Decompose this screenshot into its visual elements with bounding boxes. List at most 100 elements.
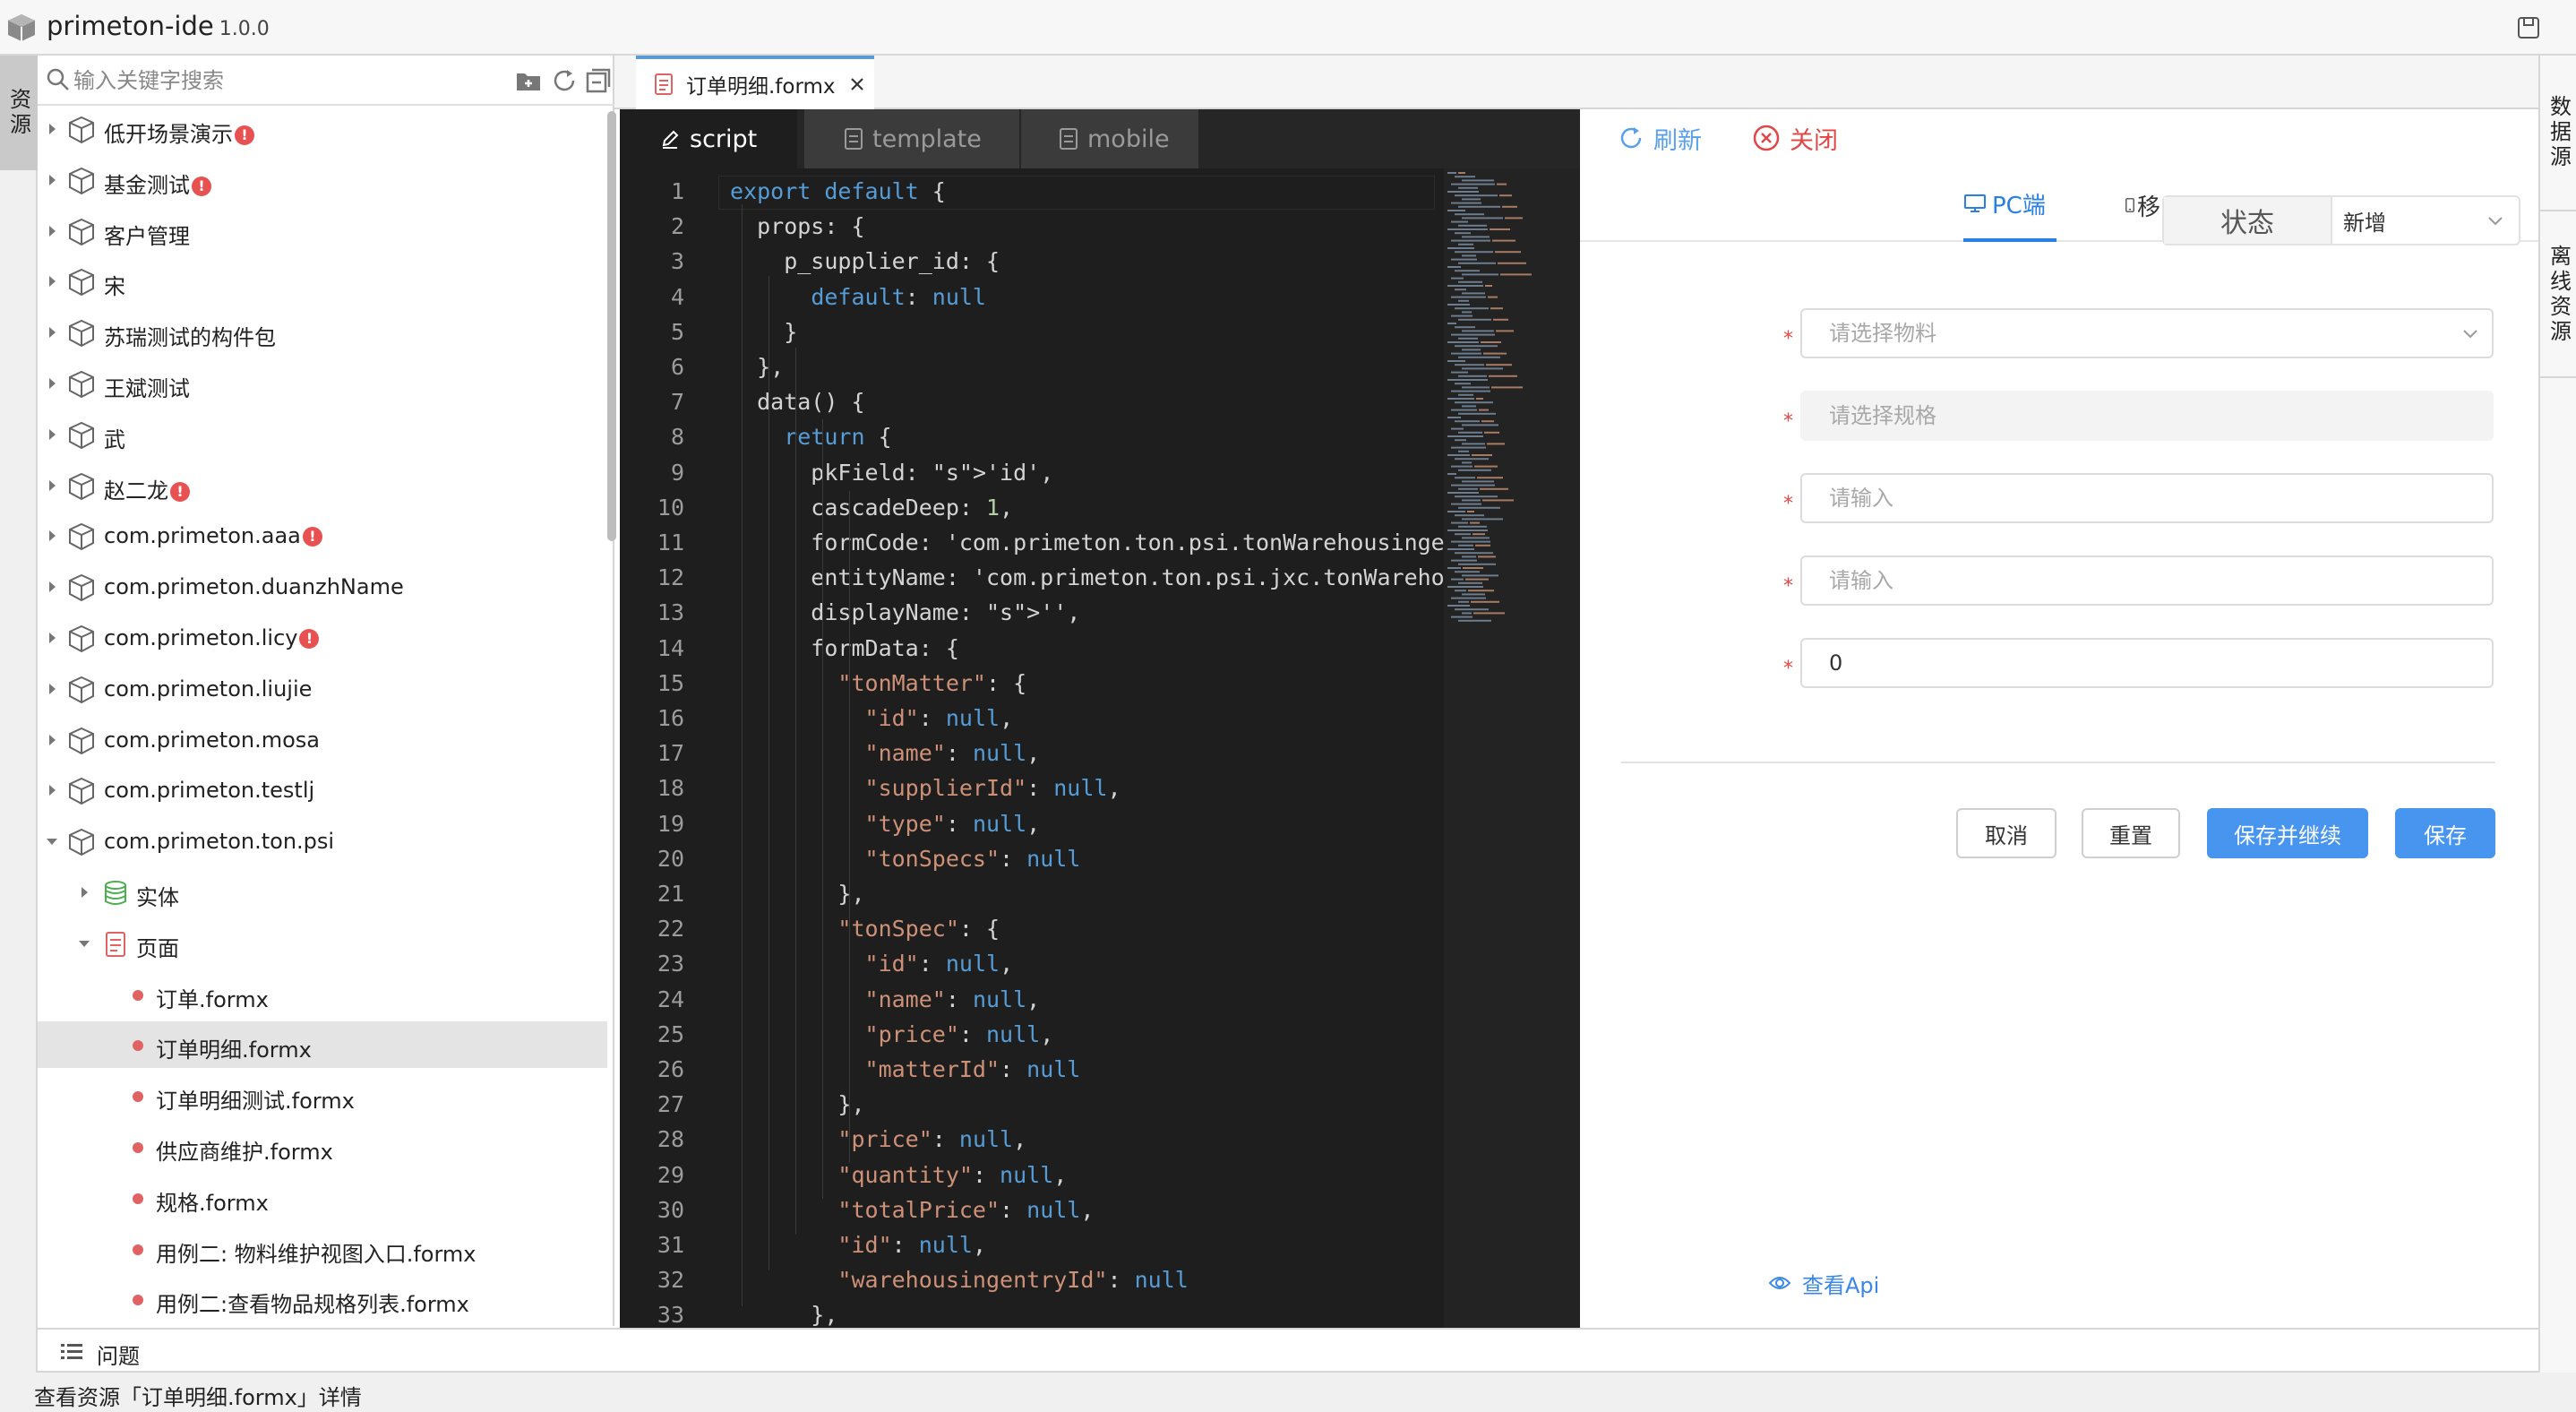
tree-item[interactable]: 客户管理 (38, 208, 607, 254)
minimap-line (1462, 198, 1481, 201)
code-text-area[interactable]: 1 export default {2 props: {3 p_supplier_… (620, 168, 1580, 1328)
new-folder-icon[interactable] (514, 66, 543, 95)
app-name: primeton-ide (47, 11, 214, 41)
search-input[interactable] (73, 63, 521, 99)
tree-item-page[interactable]: 供应商维护.formx (38, 1124, 607, 1170)
view-api-link[interactable]: 查看Api (1768, 1265, 1879, 1301)
tree-item-page[interactable]: 订单.formx (38, 971, 607, 1018)
line-number: 8 (670, 424, 684, 451)
tab-template[interactable]: template (804, 109, 1019, 168)
editor-file-tab[interactable]: 订单明细.formx (636, 56, 874, 109)
datasource-rail-tab[interactable]: 数据源 (2540, 56, 2576, 211)
tree-scrollbar[interactable] (607, 111, 616, 541)
form-field-5[interactable] (1800, 638, 2494, 688)
tree-item-page[interactable]: 订单明细测试.formx (38, 1072, 607, 1119)
tree-item-page[interactable]: 用例二: 物料维护视图入口.formx (38, 1226, 607, 1272)
bullet-dot-icon (133, 1142, 143, 1153)
tree-item-page[interactable]: 规格.formx (38, 1175, 607, 1221)
error-badge: ! (302, 527, 322, 547)
tree-item[interactable]: 武 (38, 411, 607, 458)
line-number: 12 (657, 564, 684, 591)
minimap-line (1462, 217, 1503, 220)
minimap-line (1447, 454, 1470, 456)
code-line: 7 data() { (620, 386, 1516, 418)
right-rail: 数据源 离线资源 (2538, 56, 2576, 1373)
tree-item[interactable]: 王斌测试 (38, 360, 607, 407)
code-line: 31 "id": null, (620, 1229, 1516, 1261)
tree-item[interactable]: 宋 (38, 258, 607, 305)
chevron-right-icon (49, 785, 56, 796)
form-field-1[interactable] (1800, 308, 2494, 358)
minimap-line (1458, 412, 1496, 415)
tree-item[interactable]: com.primeton.ton.psi (38, 818, 607, 865)
minimap-line (1455, 608, 1489, 611)
tree-item[interactable]: com.primeton.licy! (38, 615, 607, 661)
close-tab-icon[interactable] (848, 75, 866, 93)
pencil-icon (662, 130, 679, 149)
tree-item[interactable]: com.primeton.testlj (38, 767, 607, 814)
tree-item[interactable]: 赵二龙! (38, 462, 607, 509)
error-badge: ! (170, 481, 190, 502)
tree-item[interactable]: com.primeton.mosa (38, 717, 607, 763)
form-preview-panel: 刷新 关闭 PC端 移 状态 新增 * 请选择物料 * 请选择规格 * 请输入 … (1580, 109, 2538, 1328)
tree-item-entity-folder[interactable]: 实体 (38, 869, 607, 916)
minimap-line (1451, 314, 1473, 317)
save-button[interactable]: 保存 (2395, 808, 2495, 858)
tree-item[interactable]: com.primeton.duanzhName (38, 564, 607, 610)
problems-bar[interactable]: 问题 (38, 1328, 2538, 1373)
line-number: 2 (670, 213, 684, 240)
minimap-line (1451, 484, 1495, 486)
tree-item-page-folder[interactable]: 页面 (38, 920, 607, 967)
chevron-down-icon (47, 839, 57, 846)
tree-item[interactable]: 基金测试! (38, 157, 607, 203)
window-restore-icon[interactable] (2513, 13, 2544, 43)
code-line: 8 return { (620, 421, 1516, 453)
chevron-right-icon (49, 124, 56, 134)
tree-item-label: 客户管理 (104, 219, 190, 250)
code-text: }, (730, 1302, 838, 1328)
tree-item[interactable]: 低开场景演示! (38, 106, 607, 152)
form-field-4[interactable] (1800, 555, 2494, 606)
tree-item-label: 王斌测试 (104, 371, 190, 402)
tree-item-page[interactable]: 订单明细.formx (38, 1021, 607, 1069)
minimap-line (1458, 525, 1487, 528)
line-number: 11 (657, 530, 684, 555)
tree-item[interactable]: com.primeton.liujie (38, 666, 607, 712)
code-editor-panel: script template mobile 1export default (620, 109, 1580, 1328)
code-text: }, (730, 354, 785, 380)
minimap-line (1447, 567, 1461, 569)
required-marker: * (1783, 658, 1793, 680)
minimap-line (1455, 401, 1493, 404)
code-minimap[interactable] (1444, 168, 1580, 1328)
save-and-continue-button[interactable]: 保存并继续 (2207, 808, 2368, 858)
tree-item-page[interactable]: 用例二:查看物品规格列表.formx (38, 1276, 607, 1322)
refresh-icon[interactable] (550, 66, 579, 95)
line-number: 9 (670, 459, 684, 486)
view-api-label: 查看Api (1802, 1272, 1880, 1298)
minimap-line (1472, 454, 1492, 456)
minimap-line (1447, 247, 1474, 249)
tree-item-label: 用例二:查看物品规格列表.formx (156, 1287, 469, 1318)
tab-script[interactable]: script (620, 109, 797, 168)
resources-rail-tab[interactable]: 资源 (0, 56, 38, 170)
cancel-button[interactable]: 取消 (1956, 808, 2057, 858)
minimap-line (1478, 555, 1496, 558)
code-text: pkField: "s">'id', (730, 459, 1054, 486)
minimap-line (1451, 333, 1495, 336)
tree-item[interactable]: com.primeton.aaa! (38, 512, 607, 559)
offline-resources-rail-tab[interactable]: 离线资源 (2540, 213, 2576, 378)
collapse-all-icon[interactable] (584, 66, 613, 95)
line-number: 27 (657, 1091, 684, 1118)
tree-item[interactable]: 苏瑞测试的构件包 (38, 309, 607, 356)
package-icon (69, 574, 94, 602)
minimap-line (1491, 386, 1523, 389)
code-line: 23 "id": null, (620, 948, 1516, 980)
bullet-dot-icon (133, 1091, 143, 1103)
form-file-icon (655, 73, 673, 95)
form-field-3[interactable] (1800, 473, 2494, 523)
tab-mobile[interactable]: mobile (1019, 109, 1198, 168)
reset-button[interactable]: 重置 (2082, 808, 2180, 858)
chevron-right-icon (49, 683, 56, 694)
code-text: "totalPrice": null, (837, 1196, 1095, 1223)
minimap-line (1447, 285, 1483, 287)
